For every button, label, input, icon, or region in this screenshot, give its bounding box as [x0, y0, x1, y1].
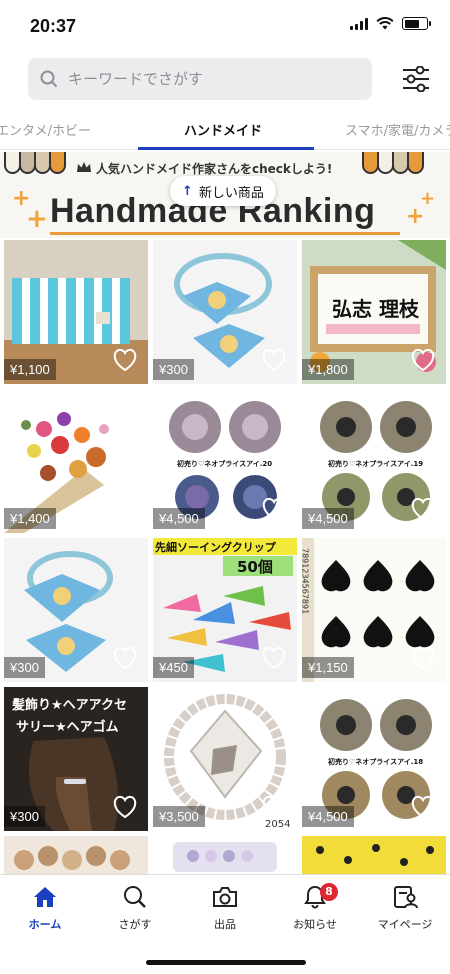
banner-underline — [50, 232, 400, 235]
price-tag: ¥450 — [153, 657, 194, 678]
heart-icon[interactable] — [410, 795, 436, 819]
product-tile-striped-pouch[interactable]: ¥1,100 — [4, 240, 148, 384]
nav-search[interactable]: さがす — [90, 885, 180, 932]
wifi-icon — [376, 17, 394, 30]
nav-notifications[interactable]: 8 お知らせ — [270, 883, 360, 932]
price-tag: ¥3,500 — [153, 806, 205, 827]
camera-icon — [213, 887, 237, 907]
product-image — [302, 836, 446, 874]
search-bar[interactable] — [28, 58, 372, 100]
heart-icon[interactable] — [410, 646, 436, 670]
product-tile-princess-hair-bows[interactable]: ¥300 — [153, 240, 297, 384]
home-icon — [34, 887, 56, 907]
tab-entertainment-hobby[interactable]: エンタメ/ホビー — [0, 120, 91, 139]
price-tag: ¥1,400 — [4, 508, 56, 529]
product-tile-resin-eyes-20[interactable]: 初売り♡ネオプライスアイ.20 ¥4,500 — [153, 389, 297, 533]
product-tile-resin-eyes-19[interactable]: 初売り♡ネオプライスアイ.19 ¥4,500 — [302, 389, 446, 533]
price-tag: ¥4,500 — [302, 806, 354, 827]
profile-icon — [394, 886, 418, 909]
bottom-navigation: ホーム さがす 出品 8 お知らせ マイページ — [0, 874, 450, 974]
svg-text:弘志 理枝: 弘志 理枝 — [332, 297, 420, 321]
ruler-digits: 7891234567891 — [302, 548, 310, 614]
active-tab-indicator — [138, 147, 314, 150]
product-tile-partial[interactable] — [302, 836, 446, 874]
price-tag: ¥300 — [153, 359, 194, 380]
price-tag: ¥300 — [4, 806, 45, 827]
home-indicator — [146, 960, 306, 965]
nav-sell[interactable]: 出品 — [180, 885, 270, 932]
awning-decoration-right — [362, 152, 424, 174]
heart-icon[interactable] — [261, 497, 287, 521]
product-image — [4, 836, 148, 874]
product-tile-resin-eyes-18[interactable]: 初売り♡ネオプライスアイ.18 ¥4,500 — [302, 687, 446, 831]
new-items-label: 新しい商品 — [198, 185, 264, 201]
tab-handmade[interactable]: ハンドメイド — [184, 120, 262, 139]
product-tile-crystal-bracelet[interactable]: 2054 ¥3,500 — [153, 687, 297, 831]
price-tag: ¥1,800 — [302, 359, 354, 380]
new-items-button[interactable]: ↑ 新しい商品 — [170, 176, 276, 206]
category-tabs: エンタメ/ホビー ハンドメイド スマホ/家電/カメラ — [0, 110, 450, 150]
product-tile-hair-tie[interactable]: 髪飾り★ヘアアクセ サリー★ヘアゴム ¥300 — [4, 687, 148, 831]
heart-icon[interactable] — [112, 646, 138, 670]
product-tile-partial[interactable] — [153, 836, 297, 874]
banner-subtitle: 人気ハンドメイド作家さんをcheckしよう! — [96, 162, 333, 176]
product-tile-dried-flower-bouquet[interactable]: ¥1,400 — [4, 389, 148, 533]
nav-mypage[interactable]: マイページ — [360, 885, 450, 932]
product-caption-line2: サリー★ヘアゴム — [16, 719, 119, 735]
battery-icon — [402, 17, 431, 30]
tab-smartphone-electronics[interactable]: スマホ/家電/カメラ — [345, 120, 450, 139]
nav-label: 出品 — [214, 918, 236, 931]
product-caption: 初売り♡ネオプライスアイ.20 — [177, 459, 272, 468]
nav-label: ホーム — [28, 918, 62, 931]
product-tile-spade-stickers[interactable]: 7891234567891 ¥1,150 — [302, 538, 446, 682]
product-caption-count: 50個 — [237, 558, 273, 576]
awning-decoration-left — [4, 152, 66, 174]
price-tag: ¥1,100 — [4, 359, 56, 380]
search-input[interactable] — [68, 70, 348, 88]
crown-icon — [77, 162, 91, 172]
product-image — [153, 836, 297, 874]
heart-icon[interactable] — [112, 497, 138, 521]
heart-icon[interactable] — [261, 646, 287, 670]
price-tag: ¥1,150 — [302, 657, 354, 678]
cellular-signal-icon — [350, 17, 368, 30]
product-tile-partial[interactable] — [4, 836, 148, 874]
product-caption: 髪飾り★ヘアアクセ — [11, 697, 127, 713]
heart-icon[interactable] — [410, 497, 436, 521]
notification-badge: 8 — [320, 883, 338, 901]
product-tile-princess-hair-bows-2[interactable]: ¥300 — [4, 538, 148, 682]
product-caption: 2054 — [265, 819, 290, 830]
heart-icon[interactable] — [261, 348, 287, 372]
filter-icon[interactable] — [402, 66, 430, 92]
nav-label: さがす — [118, 918, 152, 931]
price-tag: ¥300 — [4, 657, 45, 678]
heart-icon[interactable] — [410, 348, 436, 372]
product-tile-name-calligraphy-frame[interactable]: 弘志 理枝 ¥1,800 — [302, 240, 446, 384]
sparkle-icon: + — [420, 188, 436, 209]
product-caption: 先細ソーイングクリップ — [155, 540, 277, 554]
sparkle-icon: + — [26, 204, 48, 234]
nav-home[interactable]: ホーム — [0, 885, 90, 932]
product-caption: 初売り♡ネオプライスアイ.19 — [328, 459, 423, 468]
status-icons — [350, 17, 431, 30]
heart-icon[interactable] — [112, 795, 138, 819]
price-tag: ¥4,500 — [302, 508, 354, 529]
heart-icon[interactable] — [261, 795, 287, 819]
price-tag: ¥4,500 — [153, 508, 205, 529]
product-caption: 初売り♡ネオプライスアイ.18 — [328, 757, 423, 766]
arrow-up-icon: ↑ — [182, 183, 193, 199]
status-time: 20:37 — [30, 16, 77, 36]
nav-label: マイページ — [377, 918, 433, 931]
search-icon — [124, 886, 146, 908]
heart-icon[interactable] — [112, 348, 138, 372]
status-bar: 20:37 — [0, 0, 450, 52]
nav-label: お知らせ — [293, 918, 337, 931]
product-tile-sewing-clips[interactable]: 先細ソーイングクリップ 50個 ¥450 — [153, 538, 297, 682]
search-icon — [40, 70, 58, 88]
